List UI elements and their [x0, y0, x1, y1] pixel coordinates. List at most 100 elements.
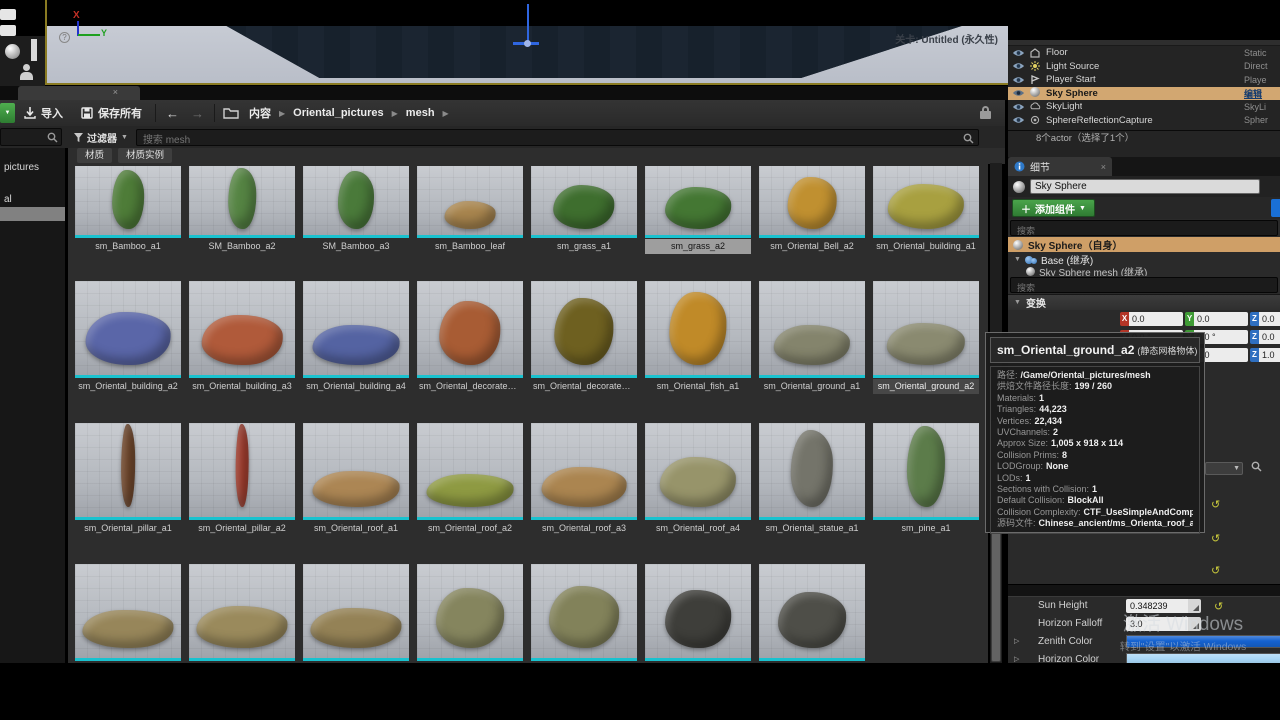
visibility-eye-icon[interactable]: [1012, 76, 1025, 84]
visibility-eye-icon[interactable]: [1012, 89, 1025, 97]
asset-tile[interactable]: sm_Oriental_statue_a1: [759, 423, 865, 536]
asset-tile[interactable]: [75, 564, 181, 661]
asset-tile[interactable]: sm_Bamboo_leaf: [417, 166, 523, 254]
asset-tile[interactable]: sm_Oriental_pillar_a1: [75, 423, 181, 536]
asset-tile[interactable]: sm_Oriental_building_a1: [873, 166, 979, 254]
asset-tile[interactable]: sm_Bamboo_a1: [75, 166, 181, 254]
chip-materials[interactable]: 材质: [77, 148, 112, 163]
outliner-row-floor[interactable]: Floor Static: [1008, 46, 1280, 60]
asset-tile[interactable]: [531, 564, 637, 661]
asset-tile[interactable]: SM_Bamboo_a3: [303, 166, 409, 254]
edit-blueprint-link[interactable]: 编辑: [1244, 87, 1280, 100]
asset-tile[interactable]: sm_grass_a1: [531, 166, 637, 254]
visibility-eye-icon[interactable]: [1012, 116, 1025, 124]
horizon-falloff-input[interactable]: 3.0: [1126, 617, 1188, 631]
asset-tile[interactable]: sm_Oriental_decorate_a2: [531, 281, 637, 394]
asset-tile[interactable]: sm_pine_a1: [873, 423, 979, 536]
asset-tile[interactable]: [645, 564, 751, 661]
outliner-row-sphere-reflection-capture[interactable]: SphereReflectionCapture Spher: [1008, 114, 1280, 128]
window-button[interactable]: [0, 9, 16, 20]
actor-name-input[interactable]: [1030, 179, 1260, 194]
asset-tile[interactable]: sm_Oriental_roof_a1: [303, 423, 409, 536]
asset-tile[interactable]: sm_Oriental_decorate_a1: [417, 281, 523, 394]
filters-button[interactable]: 过滤器 ▼: [66, 130, 136, 145]
asset-tile[interactable]: sm_Oriental_ground_a1: [759, 281, 865, 394]
asset-tile[interactable]: sm_Oriental_Bell_a2: [759, 166, 865, 254]
save-all-button[interactable]: 保存所有: [72, 100, 151, 126]
source-folder[interactable]: al: [0, 194, 12, 205]
scale-z-field[interactable]: Z1.0: [1250, 348, 1280, 362]
collapsed-caret-icon[interactable]: ▷: [1014, 637, 1019, 645]
mesh-dropdown-clipped[interactable]: ▼: [1205, 462, 1243, 475]
asset-tile[interactable]: SM_Bamboo_a2: [189, 166, 295, 254]
property-search-box[interactable]: [1010, 277, 1278, 293]
property-search-input[interactable]: [1011, 281, 1277, 295]
reset-to-default-icon[interactable]: ↺: [1211, 500, 1220, 511]
forward-button[interactable]: →: [185, 106, 210, 121]
edit-blueprint-button-clipped[interactable]: [1271, 199, 1280, 217]
back-button[interactable]: ←: [160, 106, 185, 121]
asset-tile-selected[interactable]: sm_grass_a2: [645, 166, 751, 254]
location-z-field[interactable]: Z0.0: [1250, 312, 1280, 326]
outliner-row-skylight[interactable]: SkyLight SkyLi: [1008, 100, 1280, 114]
asset-tile-hovered[interactable]: sm_Oriental_ground_a2: [873, 281, 979, 394]
value-slider-handle[interactable]: [1188, 617, 1201, 631]
component-search-box[interactable]: [1010, 220, 1278, 236]
window-button[interactable]: [0, 25, 16, 36]
outliner-row-light-source[interactable]: Light Source Direct: [1008, 60, 1280, 74]
breadcrumb-content[interactable]: 内容: [243, 105, 277, 121]
source-folder-selected[interactable]: [0, 207, 65, 221]
tab-details[interactable]: 细节 ×: [1008, 157, 1112, 176]
content-browser-tab[interactable]: ×: [18, 86, 140, 100]
asset-tile[interactable]: [759, 564, 865, 661]
asset-tile[interactable]: sm_Oriental_roof_a3: [531, 423, 637, 536]
asset-tile[interactable]: [189, 564, 295, 661]
chip-material-instances[interactable]: 材质实例: [118, 148, 172, 163]
asset-tile[interactable]: sm_Oriental_roof_a2: [417, 423, 523, 536]
location-y-field[interactable]: Y0.0: [1185, 312, 1248, 326]
visibility-eye-icon[interactable]: [1012, 103, 1025, 111]
close-icon[interactable]: ×: [113, 87, 118, 97]
location-x-field[interactable]: X0.0: [1120, 312, 1183, 326]
source-folder[interactable]: pictures: [0, 162, 39, 173]
component-self-row[interactable]: Sky Sphere（自身）: [1008, 237, 1280, 252]
visibility-eye-icon[interactable]: [1012, 62, 1025, 70]
visibility-eye-icon[interactable]: [1012, 49, 1025, 57]
outliner-row-sky-sphere[interactable]: Sky Sphere 编辑: [1008, 87, 1280, 101]
asset-search-input[interactable]: [137, 133, 978, 148]
asset-tile[interactable]: sm_Oriental_building_a3: [189, 281, 295, 394]
rotation-z-field[interactable]: Z0.0: [1250, 330, 1280, 344]
add-component-button[interactable]: ＋ 添加组件 ▼: [1012, 199, 1095, 217]
reset-to-default-icon[interactable]: ↺: [1211, 534, 1220, 545]
expanded-caret-icon[interactable]: ▼: [1014, 256, 1021, 263]
asset-search-box[interactable]: [136, 129, 979, 146]
asset-tile[interactable]: [303, 564, 409, 661]
breadcrumb-mesh[interactable]: mesh: [400, 107, 441, 119]
asset-tile[interactable]: [417, 564, 523, 661]
reset-to-default-icon[interactable]: ↺: [1211, 566, 1220, 577]
reset-to-default-icon[interactable]: ↺: [1214, 600, 1223, 613]
lock-icon[interactable]: [980, 106, 991, 119]
component-base-row[interactable]: ▼ Base (继承): [1008, 252, 1280, 267]
asset-tile[interactable]: sm_Oriental_building_a2: [75, 281, 181, 394]
transform-section-header[interactable]: ▼ 变换: [1008, 294, 1280, 310]
sources-search-input[interactable]: [0, 128, 62, 146]
sun-height-input[interactable]: 0.348239: [1126, 599, 1188, 613]
asset-tile[interactable]: sm_Oriental_pillar_a2: [189, 423, 295, 536]
component-mesh-row-clipped[interactable]: Sky Sphere mesh (继承): [1008, 267, 1280, 276]
close-icon[interactable]: ×: [1101, 162, 1106, 172]
asset-tile[interactable]: sm_Oriental_fish_a1: [645, 281, 751, 394]
value-slider-handle[interactable]: [1188, 599, 1201, 613]
zenith-color-swatch[interactable]: [1126, 635, 1280, 648]
asset-tile[interactable]: sm_Oriental_roof_a4: [645, 423, 751, 536]
viewport[interactable]: X Y ? 关卡: Untitled (永久性): [45, 0, 1008, 85]
add-new-button[interactable]: ▼: [0, 103, 15, 123]
translate-gizmo-z-axis[interactable]: [527, 4, 529, 44]
import-button[interactable]: 导入: [15, 100, 72, 126]
asset-tile[interactable]: sm_Oriental_building_a4: [303, 281, 409, 394]
outliner-row-player-start[interactable]: Player Start Playe: [1008, 73, 1280, 87]
collapsed-caret-icon[interactable]: ▷: [1014, 655, 1019, 663]
browse-to-asset-icon[interactable]: [1251, 461, 1262, 472]
horizon-color-swatch[interactable]: [1126, 653, 1280, 663]
component-search-input[interactable]: [1011, 224, 1277, 238]
